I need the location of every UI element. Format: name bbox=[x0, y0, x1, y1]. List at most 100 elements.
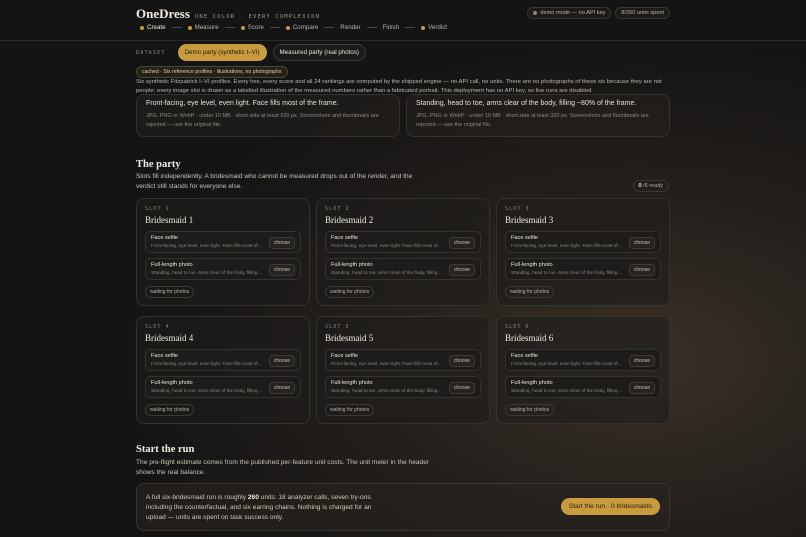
full-length-picker[interactable]: Full-length photo Standing, head to toe,… bbox=[325, 376, 481, 398]
slot-card: SLOT 3 Bridesmaid 3 Face selfie Front-fa… bbox=[496, 198, 670, 306]
start-run-button[interactable]: Start the run · 0 bridesmaids bbox=[560, 498, 660, 515]
slot-name[interactable]: Bridesmaid 4 bbox=[145, 333, 301, 343]
dataset-switcher: DATASET Demo party (synthetic I–VI) Meas… bbox=[136, 44, 366, 61]
slot-name[interactable]: Bridesmaid 1 bbox=[145, 215, 301, 225]
status-badge: waiting for photos bbox=[505, 404, 555, 416]
step-verdict[interactable]: Verdict bbox=[421, 24, 447, 31]
full-upload-card[interactable]: Standing, head to toe, arms clear of the… bbox=[406, 94, 670, 137]
upload-title: Front-facing, eye level, even light. Fac… bbox=[146, 100, 339, 107]
dataset-label: DATASET bbox=[136, 49, 166, 56]
units-estimate: 260 bbox=[247, 494, 259, 501]
picker-hint: Standing, head to toe, arms clear of the… bbox=[331, 270, 443, 275]
full-length-picker[interactable]: Full-length photo Standing, head to toe,… bbox=[505, 258, 661, 280]
picker-hint: Standing, head to toe, arms clear of the… bbox=[331, 388, 443, 393]
status-badge: waiting for photos bbox=[145, 404, 195, 416]
choose-button[interactable]: choose bbox=[268, 382, 295, 394]
step-measure[interactable]: Measure bbox=[187, 24, 219, 31]
face-selfie-picker[interactable]: Face selfie Front-facing, eye level, eve… bbox=[145, 349, 301, 371]
step-separator bbox=[405, 27, 416, 28]
step-compare[interactable]: Compare bbox=[285, 24, 318, 31]
full-length-picker[interactable]: Full-length photo Standing, head to toe,… bbox=[145, 258, 301, 280]
slot-name[interactable]: Bridesmaid 3 bbox=[505, 215, 661, 225]
full-length-picker[interactable]: Full-length photo Standing, head to toe,… bbox=[145, 376, 301, 398]
slot-number: SLOT 3 bbox=[505, 206, 530, 212]
status-badge: waiting for photos bbox=[505, 286, 555, 298]
slot-name[interactable]: Bridesmaid 2 bbox=[325, 215, 481, 225]
choose-button[interactable]: choose bbox=[448, 264, 475, 276]
step-nav: Create Measure Score Compare Render Fini… bbox=[140, 24, 447, 31]
choose-button[interactable]: choose bbox=[448, 382, 475, 394]
slot-name[interactable]: Bridesmaid 5 bbox=[325, 333, 481, 343]
choose-button[interactable]: choose bbox=[448, 237, 475, 249]
upload-hint: JPG, PNG or WebP · under 10 MB · short s… bbox=[146, 113, 379, 128]
face-upload-card[interactable]: Front-facing, eye level, even light. Fac… bbox=[136, 94, 400, 137]
choose-button[interactable]: choose bbox=[268, 237, 295, 249]
picker-hint: Standing, head to toe, arms clear of the… bbox=[151, 270, 263, 275]
step-dot-icon bbox=[140, 25, 144, 30]
face-selfie-picker[interactable]: Face selfie Front-facing, eye level, eve… bbox=[325, 231, 481, 253]
choose-button[interactable]: choose bbox=[628, 355, 655, 367]
choose-button[interactable]: choose bbox=[628, 237, 655, 249]
step-dot-icon bbox=[285, 25, 290, 30]
slot-number: SLOT 5 bbox=[325, 324, 350, 330]
step-create[interactable]: Create bbox=[140, 24, 166, 31]
choose-button[interactable]: choose bbox=[268, 264, 295, 276]
slot-card: SLOT 6 Bridesmaid 6 Face selfie Front-fa… bbox=[496, 316, 670, 424]
picker-hint: Front-facing, eye level, even light. Fac… bbox=[331, 243, 443, 248]
slot-card: SLOT 4 Bridesmaid 4 Face selfie Front-fa… bbox=[136, 316, 310, 424]
brand-tagline: ONE COLOR · EVERY COMPLEXION bbox=[194, 14, 321, 20]
slot-card: SLOT 1 Bridesmaid 1 Face selfie Front-fa… bbox=[136, 198, 310, 306]
choose-button[interactable]: choose bbox=[628, 264, 655, 276]
units-meter: 8/260 units spent bbox=[615, 7, 670, 19]
choose-button[interactable]: choose bbox=[268, 355, 295, 367]
choose-button[interactable]: choose bbox=[628, 382, 655, 394]
run-heading: Start the run bbox=[136, 444, 195, 455]
face-selfie-picker[interactable]: Face selfie Front-facing, eye level, eve… bbox=[505, 231, 661, 253]
step-finish[interactable]: Finish bbox=[383, 24, 400, 31]
upload-title: Standing, head to toe, arms clear of the… bbox=[416, 100, 637, 107]
full-length-picker[interactable]: Full-length photo Standing, head to toe,… bbox=[505, 376, 661, 398]
slot-number: SLOT 2 bbox=[325, 206, 350, 212]
cached-chip: cached · Six reference profiles · illust… bbox=[136, 66, 288, 78]
step-render[interactable]: Render bbox=[340, 24, 360, 31]
tab-demo-party[interactable]: Demo party (synthetic I–VI) bbox=[177, 44, 267, 61]
full-length-picker[interactable]: Full-length photo Standing, head to toe,… bbox=[325, 258, 481, 280]
slot-name[interactable]: Bridesmaid 6 bbox=[505, 333, 661, 343]
header-meta: demo mode — no API key 8/260 units spent bbox=[527, 7, 670, 19]
status-badge: waiting for photos bbox=[325, 404, 375, 416]
face-selfie-picker[interactable]: Face selfie Front-facing, eye level, eve… bbox=[505, 349, 661, 371]
step-dot-icon bbox=[240, 25, 245, 30]
tab-measured-party[interactable]: Measured party (real photos) bbox=[272, 44, 366, 61]
top-bar: OneDress ONE COLOR · EVERY COMPLEXION de… bbox=[0, 0, 806, 41]
step-separator bbox=[366, 27, 377, 28]
choose-button[interactable]: choose bbox=[448, 355, 475, 367]
status-dot-icon bbox=[533, 11, 538, 15]
slot-grid: SLOT 1 Bridesmaid 1 Face selfie Front-fa… bbox=[136, 198, 670, 424]
picker-hint: Front-facing, eye level, even light. Fac… bbox=[331, 361, 443, 366]
brand-name[interactable]: OneDress bbox=[136, 6, 190, 22]
picker-hint: Standing, head to toe, arms clear of the… bbox=[151, 388, 263, 393]
run-lead: The pre-flight estimate comes from the p… bbox=[136, 459, 430, 476]
slot-number: SLOT 6 bbox=[505, 324, 530, 330]
picker-hint: Standing, head to toe, arms clear of the… bbox=[511, 270, 623, 275]
picker-hint: Front-facing, eye level, even light. Fac… bbox=[511, 361, 623, 366]
picker-hint: Front-facing, eye level, even light. Fac… bbox=[151, 361, 263, 366]
mode-badge: demo mode — no API key bbox=[527, 7, 612, 19]
step-dot-icon bbox=[421, 25, 426, 30]
picker-hint: Front-facing, eye level, even light. Fac… bbox=[511, 243, 623, 248]
step-score[interactable]: Score bbox=[240, 24, 264, 31]
party-lead: Slots fill independently. A bridesmaid w… bbox=[136, 173, 413, 190]
slot-card: SLOT 5 Bridesmaid 5 Face selfie Front-fa… bbox=[316, 316, 490, 424]
slot-card: SLOT 2 Bridesmaid 2 Face selfie Front-fa… bbox=[316, 198, 490, 306]
status-badge: waiting for photos bbox=[145, 286, 195, 298]
step-separator bbox=[324, 27, 335, 28]
face-selfie-picker[interactable]: Face selfie Front-facing, eye level, eve… bbox=[325, 349, 481, 371]
slot-number: SLOT 1 bbox=[145, 206, 170, 212]
step-separator bbox=[224, 27, 235, 28]
party-heading: The party bbox=[136, 159, 181, 170]
face-selfie-picker[interactable]: Face selfie Front-facing, eye level, eve… bbox=[145, 231, 301, 253]
slot-number: SLOT 4 bbox=[145, 324, 170, 330]
picker-hint: Front-facing, eye level, even light. Fac… bbox=[151, 243, 263, 248]
upload-hint: JPG, PNG or WebP · under 10 MB · short s… bbox=[416, 113, 649, 128]
run-estimate: A full six-bridesmaid run is roughly 260… bbox=[146, 494, 372, 521]
